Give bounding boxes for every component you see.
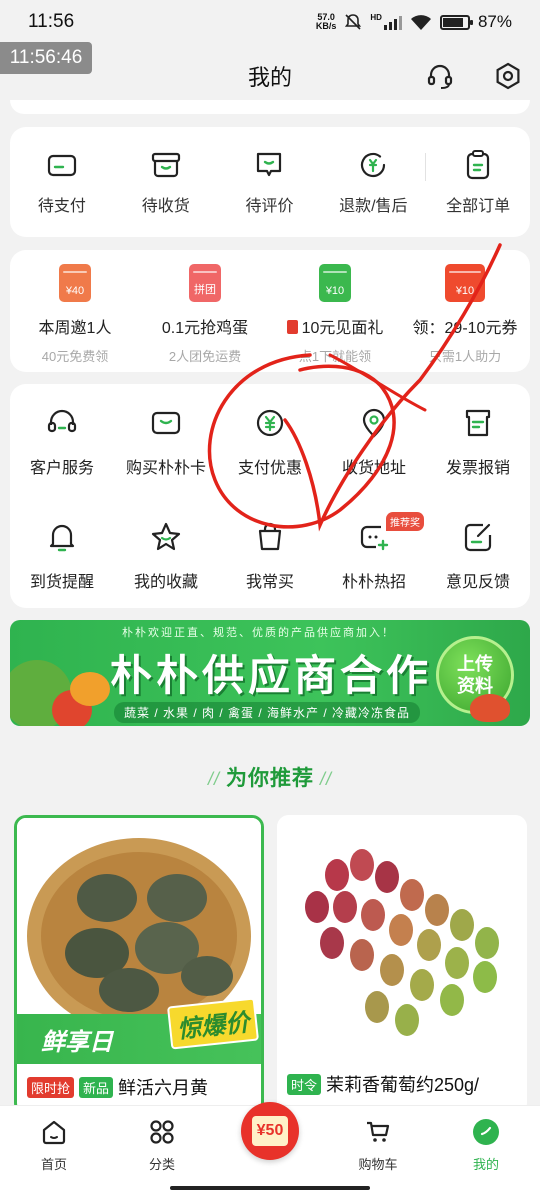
banner-categories: 蔬菜 / 水果 / 肉 / 禽蛋 / 海鲜水产 / 冷藏冷冻食品 [114, 702, 421, 723]
product-name: 鲜活六月黄 [118, 1078, 209, 1098]
pumpkin-graphic [70, 672, 110, 706]
order-pending-payment[interactable]: 待支付 [10, 148, 114, 216]
profile-card-edge [10, 100, 530, 114]
services-card: 客户服务 购买朴朴卡 支付优惠 收货地址 发票报销 到货提醒 我的收藏 我常买 … [10, 384, 530, 608]
shock-price-label: 惊爆价 [166, 997, 260, 1050]
promo-coupon[interactable]: ¥10 领：29-10元券 只需1人助力 [400, 264, 530, 372]
orders-card: 待支付 待收货 待评价 退款/售后 全部订单 [10, 127, 530, 237]
grape-image [277, 815, 527, 1063]
promo-group-buy[interactable]: 拼团 0.1元抢鸡蛋 2人团免运费 [140, 264, 270, 372]
banner-tagline: 朴朴欢迎正直、规范、优质的产品供应商加入！ [122, 627, 395, 639]
headset-icon [47, 409, 77, 433]
battery-icon [439, 14, 473, 30]
service-address[interactable]: 收货地址 [322, 406, 426, 508]
service-invoice[interactable]: 发票报销 [426, 406, 530, 508]
page-title: 我的 [247, 65, 292, 90]
banner-title: 朴朴供应商合作 [110, 652, 433, 699]
red-envelope-icon: ¥40 [59, 264, 91, 302]
bell-icon [49, 524, 75, 552]
order-pending-review[interactable]: 待评价 [218, 148, 322, 216]
cart-icon [367, 1121, 390, 1142]
services-row: 客户服务 购买朴朴卡 支付优惠 收货地址 发票报销 [10, 406, 530, 508]
status-icons: 57.0 KB/s HD 87% [316, 12, 512, 32]
coupon-icon: ¥50 [252, 1116, 288, 1146]
gift-envelope-icon: ¥10 [319, 264, 351, 302]
services-row: 到货提醒 我的收藏 我常买 推荐奖 朴朴热招 意见反馈 [10, 512, 530, 622]
network-type: HD [370, 12, 382, 22]
service-favorites[interactable]: 我的收藏 [114, 520, 218, 622]
invoice-icon [465, 409, 491, 437]
red-packet-icon [286, 320, 298, 334]
star-icon [151, 522, 181, 551]
seasonal-tag: 时令 [287, 1073, 322, 1095]
promo-gift[interactable]: ¥10 10元见面礼 点1下就能领 [270, 264, 400, 372]
group-buy-icon: 拼团 [189, 264, 221, 302]
service-recruiting[interactable]: 推荐奖 朴朴热招 [322, 512, 426, 622]
grid-icon [150, 1120, 174, 1144]
bag-icon [258, 522, 282, 551]
box-icon [151, 152, 180, 178]
product-title-row: 时令 茉莉香葡萄约250g/ [287, 1071, 521, 1097]
fresh-day-label: 鲜享日 [41, 1029, 113, 1056]
product-name: 茉莉香葡萄约250g/ [326, 1075, 480, 1095]
wifi-icon [410, 15, 431, 30]
order-refund[interactable]: 退款/售后 [321, 148, 425, 216]
location-icon [362, 408, 386, 438]
flash-sale-tag: 限时抢 [27, 1076, 75, 1098]
clipboard-icon [466, 150, 490, 180]
order-pending-delivery[interactable]: 待收货 [114, 148, 218, 216]
card-icon [47, 154, 76, 177]
order-all[interactable]: 全部订单 [426, 148, 530, 216]
page-header: 我的 [0, 50, 540, 102]
service-payment-discount[interactable]: 支付优惠 [218, 406, 322, 508]
card-icon [151, 411, 181, 435]
status-time: 11:56 [28, 11, 75, 32]
profile-icon [473, 1119, 499, 1145]
promotions-card: ¥40 本周邀1人 40元免费领 拼团 0.1元抢鸡蛋 2人团免运费 ¥10 1… [10, 250, 530, 372]
service-arrival-reminder[interactable]: 到货提醒 [10, 520, 114, 622]
yuan-icon [256, 409, 284, 437]
nav-home[interactable]: 首页 [0, 1106, 108, 1200]
recommend-title: //为你推荐// [207, 767, 333, 790]
product-title-row: 限时抢 新品 鲜活六月黄 [27, 1074, 255, 1100]
product-card[interactable]: 鲜享日 惊爆价 限时抢 新品 鲜活六月黄 [14, 815, 264, 1115]
signal-icon [383, 14, 402, 30]
status-bar: 11:56 57.0 KB/s HD 87% [0, 0, 540, 44]
crab-graphic [470, 694, 510, 722]
supplier-banner[interactable]: 朴朴欢迎正直、规范、优质的产品供应商加入！ 朴朴供应商合作 蔬菜 / 水果 / … [10, 620, 530, 726]
home-indicator [170, 1186, 370, 1190]
battery-level: 87% [477, 12, 512, 31]
product-card[interactable]: 时令 茉莉香葡萄约250g/ [277, 815, 527, 1115]
service-frequent-buys[interactable]: 我常买 [218, 520, 322, 622]
service-feedback[interactable]: 意见反馈 [426, 520, 530, 622]
net-speed: 57.0 KB/s [315, 12, 337, 31]
refund-icon [361, 152, 386, 178]
nav-profile[interactable]: 我的 [432, 1106, 540, 1200]
service-buy-card[interactable]: 购买朴朴卡 [114, 406, 218, 508]
recommend-reward-badge: 推荐奖 [386, 512, 424, 531]
chat-icon [257, 152, 282, 177]
home-icon [42, 1120, 66, 1145]
coupon-ticket-icon: ¥10 [445, 264, 485, 302]
service-customer-service[interactable]: 客户服务 [10, 406, 114, 508]
settings-icon[interactable] [494, 62, 522, 90]
feedback-icon [464, 523, 492, 552]
new-product-tag: 新品 [79, 1076, 114, 1098]
coupon-button[interactable]: ¥50 [241, 1102, 299, 1160]
promo-invite[interactable]: ¥40 本周邀1人 40元免费领 [10, 264, 140, 372]
mute-icon [345, 14, 362, 30]
customer-service-icon[interactable] [426, 62, 454, 90]
fresh-day-band: 鲜享日 惊爆价 [17, 997, 261, 1064]
